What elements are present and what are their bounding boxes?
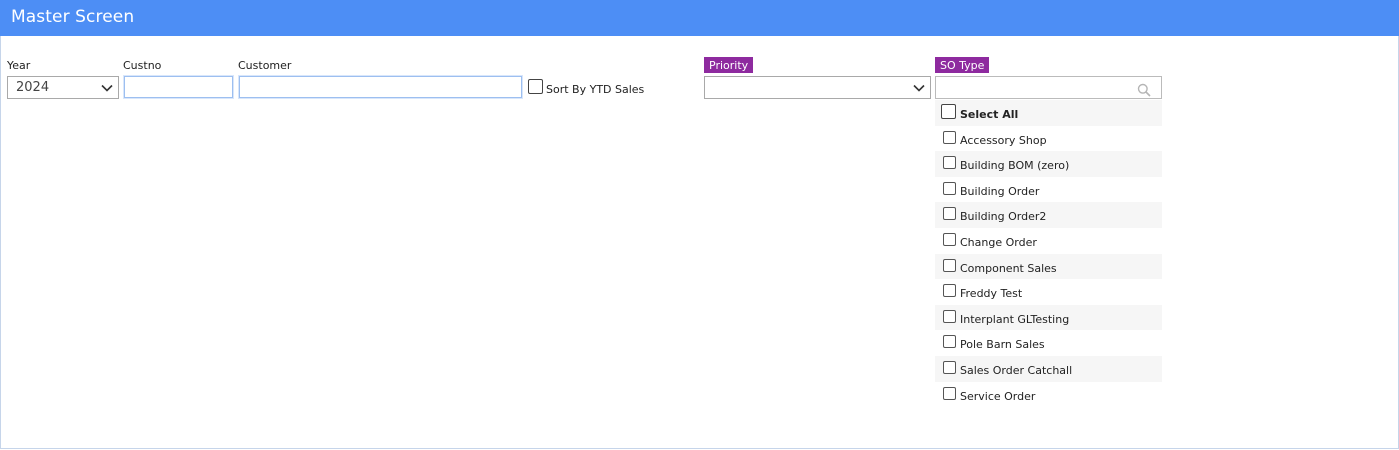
- so-type-checkbox[interactable]: [943, 207, 956, 221]
- sort-ytd-label: Sort By YTD Sales: [546, 83, 645, 96]
- so-type-checkbox[interactable]: [943, 130, 956, 144]
- priority-select[interactable]: [704, 76, 931, 99]
- so-type-checkbox[interactable]: [943, 386, 956, 400]
- custno-input[interactable]: [123, 75, 234, 99]
- so-type-checkbox[interactable]: [943, 335, 956, 349]
- title-bar: Master Screen: [0, 0, 1399, 36]
- so-type-label-text: Interplant GLTesting: [960, 312, 1070, 326]
- priority-label: Priority: [704, 57, 754, 73]
- so-type-label-text: Sales Order Catchall: [960, 363, 1073, 377]
- select-all-checkbox[interactable]: [941, 104, 956, 119]
- so-type-checkbox[interactable]: [943, 156, 956, 170]
- so-type-label-text: Building Order2: [960, 210, 1047, 224]
- chevron-down-icon: [913, 84, 925, 92]
- so-type-label-text: Service Order: [960, 389, 1036, 403]
- so-type-label-text: Accessory Shop: [960, 133, 1047, 147]
- so-type-list: Select All Accessory Shop Building BOM (…: [935, 100, 1162, 407]
- so-type-row[interactable]: Sales Order Catchall: [935, 355, 1162, 382]
- so-type-checkbox[interactable]: [943, 360, 956, 374]
- customer-input[interactable]: [238, 75, 523, 99]
- so-type-search-input[interactable]: [935, 76, 1162, 99]
- so-type-row[interactable]: Accessory Shop: [935, 126, 1162, 152]
- so-type-row[interactable]: Component Sales: [935, 253, 1162, 280]
- so-type-checkbox[interactable]: [943, 309, 956, 323]
- so-type-label-text: Component Sales: [960, 261, 1057, 275]
- so-type-label-text: Building Order: [960, 184, 1040, 198]
- chevron-down-icon: [101, 84, 113, 92]
- so-type-checkbox[interactable]: [943, 258, 956, 272]
- so-type-label-text: Pole Barn Sales: [960, 338, 1045, 352]
- so-type-row[interactable]: Building Order: [935, 177, 1162, 203]
- so-type-row[interactable]: Freddy Test: [935, 279, 1162, 305]
- search-icon[interactable]: [1137, 83, 1151, 97]
- so-type-label: SO Type: [935, 57, 990, 73]
- so-type-row[interactable]: Service Order: [935, 382, 1162, 408]
- so-type-row[interactable]: Building Order2: [935, 202, 1162, 228]
- year-value: 2024: [16, 80, 50, 95]
- so-type-label-text: Freddy Test: [960, 287, 1023, 301]
- screen-title: Master Screen: [11, 7, 135, 27]
- so-type-checkbox[interactable]: [943, 181, 956, 195]
- customer-label: Customer: [238, 59, 292, 72]
- select-all-label: Select All: [960, 108, 1019, 121]
- so-type-checkbox[interactable]: [943, 284, 956, 298]
- so-type-row[interactable]: Building BOM (zero): [935, 151, 1162, 177]
- sort-ytd-checkbox[interactable]: [528, 79, 543, 94]
- so-type-label-text: Change Order: [960, 235, 1037, 249]
- so-type-checkbox[interactable]: [943, 232, 956, 246]
- screen-frame: [0, 0, 1399, 449]
- select-all-row[interactable]: Select All: [935, 100, 1162, 126]
- year-label: Year: [7, 59, 31, 72]
- custno-label: Custno: [123, 59, 162, 72]
- so-type-row[interactable]: Change Order: [935, 228, 1162, 254]
- so-type-label-text: Building BOM (zero): [960, 159, 1070, 173]
- so-type-row[interactable]: Interplant GLTesting: [935, 304, 1162, 331]
- year-select[interactable]: 2024: [7, 76, 119, 99]
- so-type-row[interactable]: Pole Barn Sales: [935, 330, 1162, 356]
